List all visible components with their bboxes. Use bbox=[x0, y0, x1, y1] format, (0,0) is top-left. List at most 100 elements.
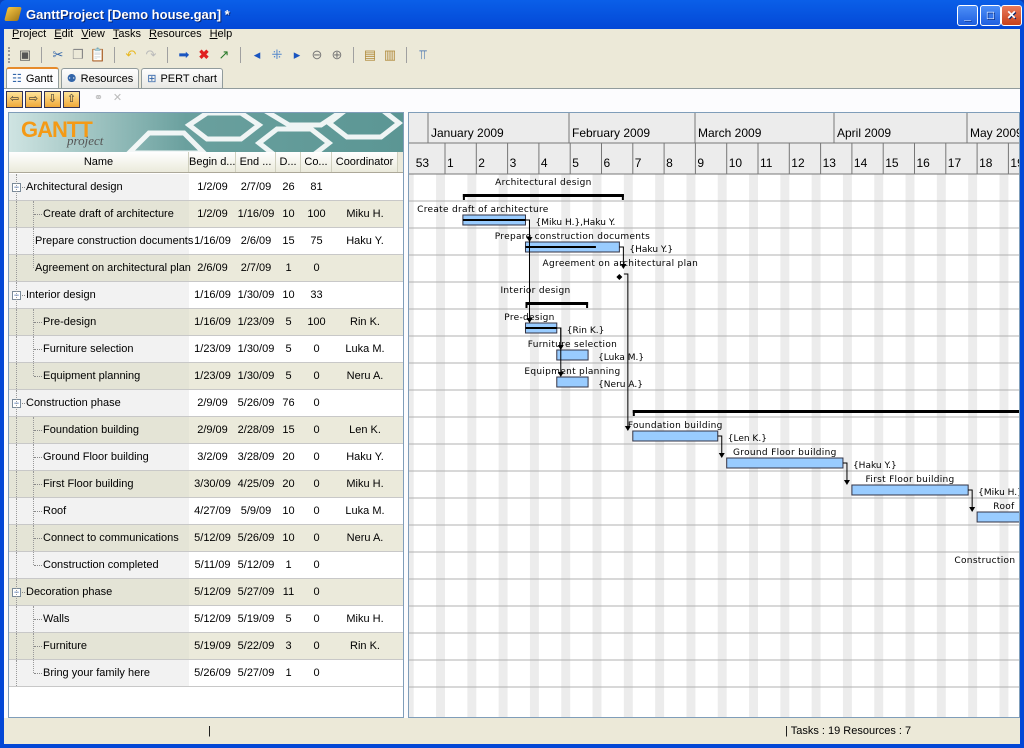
column-header-0[interactable]: Name bbox=[9, 152, 189, 172]
task-bar[interactable] bbox=[976, 511, 1020, 523]
column-header-1[interactable]: Begin d... bbox=[189, 152, 236, 172]
fit-icon[interactable]: ⁜ bbox=[268, 46, 286, 64]
task-name-cell[interactable]: Foundation building bbox=[9, 417, 189, 443]
column-header-4[interactable]: Co... bbox=[301, 152, 332, 172]
move-up-icon[interactable]: ⇧ bbox=[63, 91, 80, 108]
unlink-icon[interactable]: ✕ bbox=[109, 91, 126, 108]
table-row[interactable]: Prepare construction documents 1/16/09 2/6… bbox=[9, 228, 403, 255]
task-name-cell[interactable]: Ground Floor building bbox=[9, 444, 189, 470]
undo-icon[interactable]: ↶ bbox=[122, 46, 140, 64]
task-comp-cell: 33 bbox=[310, 289, 323, 301]
tab-gantt[interactable]: ☷ Gantt bbox=[6, 67, 59, 88]
save-icon[interactable]: ▣ bbox=[16, 46, 34, 64]
copy-icon[interactable]: ❐ bbox=[69, 46, 87, 64]
table-row[interactable]: Pre-design 1/16/09 1/23/09 5 100 Rin K. bbox=[9, 309, 403, 336]
menu-resources[interactable]: Resources bbox=[145, 28, 206, 41]
close-button[interactable]: ✕ bbox=[1001, 5, 1022, 26]
table-row[interactable]: Connect to communications 5/12/09 5/26/09 1… bbox=[9, 525, 403, 552]
scroll-right-icon[interactable]: ▸ bbox=[288, 46, 306, 64]
summary-bar[interactable] bbox=[462, 194, 624, 197]
task-name-cell[interactable]: − Decoration phase bbox=[9, 579, 189, 605]
tab-resources[interactable]: ⚉ Resources bbox=[60, 68, 140, 88]
indent-icon[interactable]: ⇨ bbox=[25, 91, 42, 108]
menu-help[interactable]: Help bbox=[206, 28, 237, 41]
milestone-diamond[interactable] bbox=[616, 274, 623, 280]
task-dur-cell: 5 bbox=[285, 613, 292, 625]
move-down-icon[interactable]: ⇩ bbox=[44, 91, 61, 108]
task-bar[interactable] bbox=[556, 376, 589, 388]
column-header-2[interactable]: End ... bbox=[236, 152, 276, 172]
task-name-cell[interactable]: Pre-design bbox=[9, 309, 189, 335]
task-name-cell[interactable]: Connect to communications bbox=[9, 525, 189, 551]
task-name-cell[interactable]: Agreement on architectural plan bbox=[9, 255, 191, 281]
delete-task-icon[interactable]: ✖ bbox=[195, 46, 213, 64]
menu-tasks[interactable]: Tasks bbox=[109, 28, 145, 41]
menu-view[interactable]: View bbox=[77, 28, 109, 41]
task-name-cell[interactable]: Walls bbox=[9, 606, 189, 632]
task-name-cell[interactable]: Furniture bbox=[9, 633, 189, 659]
task-name-cell[interactable]: Prepare construction documents bbox=[9, 228, 193, 254]
minimize-button[interactable]: _ bbox=[957, 5, 978, 26]
month-label: March 2009 bbox=[698, 126, 762, 140]
task-name-cell[interactable]: − Interior design bbox=[9, 282, 189, 308]
cut-icon[interactable]: ✂ bbox=[49, 46, 67, 64]
toolbar-grip[interactable] bbox=[8, 47, 11, 63]
task-name-cell[interactable]: Roof bbox=[9, 498, 189, 524]
table-row[interactable]: Equipment planning 1/23/09 1/30/09 5 0 Neru A… bbox=[9, 363, 403, 390]
paste-icon[interactable]: 📋 bbox=[89, 46, 107, 64]
preview-icon[interactable]: ▤ bbox=[361, 46, 379, 64]
gantt-chart-area[interactable]: 5312345678910111213141516171819January 2… bbox=[408, 112, 1020, 718]
task-name-cell[interactable]: − Construction phase bbox=[9, 390, 189, 416]
table-row[interactable]: Furniture selection 1/23/09 1/30/09 5 0 Luka … bbox=[9, 336, 403, 363]
column-header-3[interactable]: D... bbox=[276, 152, 301, 172]
task-name-cell[interactable]: Create draft of architecture bbox=[9, 201, 189, 227]
table-row[interactable]: − Interior design 1/16/09 1/30/09 10 33 bbox=[9, 282, 403, 309]
table-row[interactable]: − Construction phase 2/9/09 5/26/09 76 0 bbox=[9, 390, 403, 417]
menu-project[interactable]: Project bbox=[8, 28, 50, 41]
table-row[interactable]: − Decoration phase 5/12/09 5/27/09 11 0 bbox=[9, 579, 403, 606]
scroll-left-icon[interactable]: ◂ bbox=[248, 46, 266, 64]
task-name-cell[interactable]: First Floor building bbox=[9, 471, 189, 497]
maximize-button[interactable]: □ bbox=[980, 5, 1001, 26]
gantt-chart[interactable]: 5312345678910111213141516171819January 2… bbox=[409, 113, 1020, 718]
task-name-cell[interactable]: Furniture selection bbox=[9, 336, 189, 362]
table-row[interactable]: − Architectural design 1/2/09 2/7/09 26 81 bbox=[9, 174, 403, 201]
summary-bar[interactable] bbox=[525, 302, 589, 305]
redo-icon[interactable]: ↷ bbox=[142, 46, 160, 64]
table-row[interactable]: Roof 4/27/09 5/9/09 10 0 Luka M. bbox=[9, 498, 403, 525]
resource-label: {Rin K.} bbox=[567, 326, 605, 336]
title-bar[interactable]: GanttProject [Demo house.gan] * _ □ ✕ bbox=[0, 0, 1024, 29]
tab-pert-chart[interactable]: ⊞ PERT chart bbox=[141, 68, 223, 88]
task-name-cell[interactable]: Equipment planning bbox=[9, 363, 189, 389]
table-row[interactable]: Bring your family here 5/26/09 5/27/09 1 0 bbox=[9, 660, 403, 687]
menu-edit[interactable]: Edit bbox=[50, 28, 77, 41]
task-properties-icon[interactable]: ↗ bbox=[215, 46, 233, 64]
zoom-in-icon[interactable]: ⊕ bbox=[328, 46, 346, 64]
table-row[interactable]: First Floor building 3/30/09 4/25/09 20 0 Mik… bbox=[9, 471, 403, 498]
task-bar[interactable] bbox=[851, 484, 969, 496]
task-coord-cell: Miku H. bbox=[346, 208, 384, 220]
table-row[interactable]: Create draft of architecture 1/2/09 1/16/0… bbox=[9, 201, 403, 228]
weekend-stripe bbox=[936, 174, 946, 717]
new-task-icon[interactable]: ➡ bbox=[175, 46, 193, 64]
table-row[interactable]: Ground Floor building 3/2/09 3/28/09 20 0 Hak… bbox=[9, 444, 403, 471]
summary-bar[interactable] bbox=[632, 410, 1020, 413]
task-bar[interactable] bbox=[632, 430, 719, 442]
critical-path-icon[interactable]: ⫪ bbox=[414, 46, 432, 64]
resources-view-icon[interactable]: ▥ bbox=[381, 46, 399, 64]
table-row[interactable]: Foundation building 2/9/09 2/28/09 15 0 Len K… bbox=[9, 417, 403, 444]
table-row[interactable]: Construction completed 5/11/09 5/12/09 1 0 bbox=[9, 552, 403, 579]
link-icon[interactable]: ⚭ bbox=[90, 91, 107, 108]
task-name-cell[interactable]: Bring your family here bbox=[9, 660, 189, 686]
column-header-5[interactable]: Coordinator bbox=[332, 152, 398, 172]
table-row[interactable]: Walls 5/12/09 5/19/09 5 0 Miku H. bbox=[9, 606, 403, 633]
task-bar[interactable] bbox=[726, 457, 844, 469]
zoom-out-icon[interactable]: ⊖ bbox=[308, 46, 326, 64]
task-end-cell: 5/19/09 bbox=[237, 613, 275, 625]
outdent-icon[interactable]: ⇦ bbox=[6, 91, 23, 108]
task-name-cell[interactable]: − Architectural design bbox=[9, 174, 189, 200]
table-row[interactable]: Agreement on architectural plan 2/6/09 2/7… bbox=[9, 255, 403, 282]
task-name-cell[interactable]: Construction completed bbox=[9, 552, 189, 578]
table-row[interactable]: Furniture 5/19/09 5/22/09 3 0 Rin K. bbox=[9, 633, 403, 660]
task-bar[interactable] bbox=[556, 349, 589, 361]
